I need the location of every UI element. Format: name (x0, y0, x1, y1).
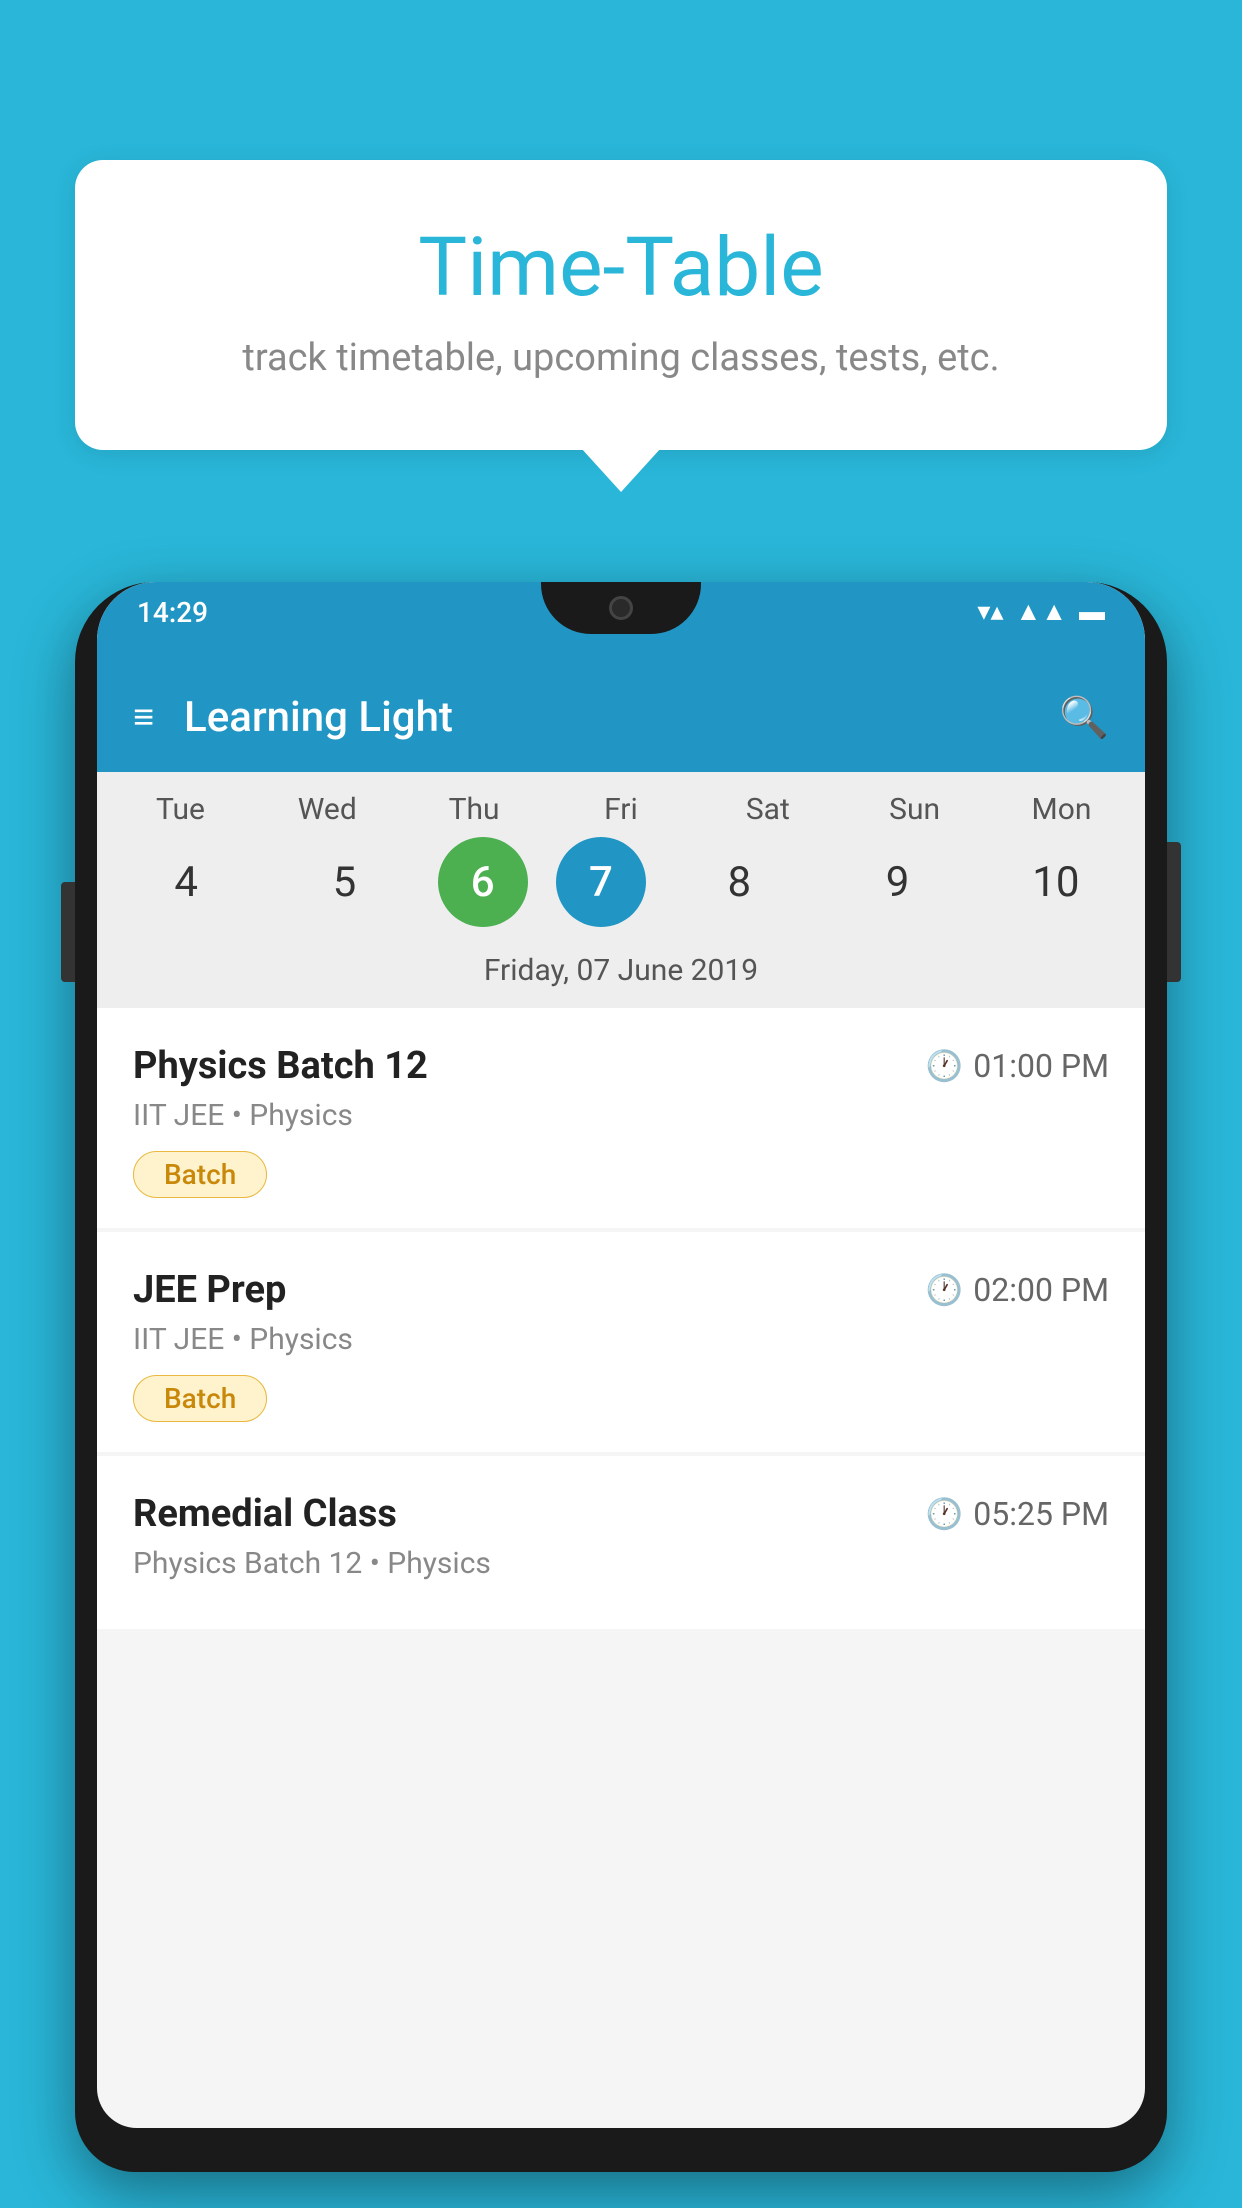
bubble-title: Time-Table (135, 220, 1107, 316)
item-time-3: 🕐 05:25 PM (926, 1495, 1109, 1533)
item-time-2: 🕐 02:00 PM (926, 1271, 1109, 1309)
day-7-selected[interactable]: 7 (556, 837, 646, 927)
item-name-2: JEE Prep (133, 1268, 286, 1312)
camera (609, 596, 633, 620)
day-8[interactable]: 8 (674, 837, 804, 927)
day-4[interactable]: 4 (121, 837, 251, 927)
time-value-3: 05:25 PM (973, 1495, 1109, 1533)
status-icons: ▾▴ ▲▲ ▬ (977, 596, 1105, 627)
clock-icon-2: 🕐 (926, 1273, 963, 1308)
phone-screen: 14:29 ▾▴ ▲▲ ▬ ≡ Learning Light 🔍 Tu (97, 582, 1145, 2128)
item-badge-2: Batch (133, 1375, 267, 1422)
day-9[interactable]: 9 (833, 837, 963, 927)
speech-bubble: Time-Table track timetable, upcoming cla… (75, 160, 1167, 450)
item-meta-1: IIT JEE • Physics (133, 1098, 1109, 1133)
signal-icon: ▲▲ (1016, 596, 1067, 627)
clock-icon-1: 🕐 (926, 1049, 963, 1084)
notch (541, 582, 701, 634)
item-time-1: 🕐 01:00 PM (926, 1047, 1109, 1085)
status-bar: 14:29 ▾▴ ▲▲ ▬ (97, 582, 1145, 662)
item-name-1: Physics Batch 12 (133, 1044, 428, 1088)
day-header-sat: Sat (703, 792, 833, 827)
day-10[interactable]: 10 (991, 837, 1121, 927)
phone-wrapper: 14:29 ▾▴ ▲▲ ▬ ≡ Learning Light 🔍 Tu (75, 560, 1167, 2208)
clock-icon-3: 🕐 (926, 1497, 963, 1532)
day-6-today[interactable]: 6 (438, 837, 528, 927)
time-value-1: 01:00 PM (973, 1047, 1109, 1085)
day-headers: Tue Wed Thu Fri Sat Sun Mon (97, 792, 1145, 827)
phone-outer: 14:29 ▾▴ ▲▲ ▬ ≡ Learning Light 🔍 Tu (75, 582, 1167, 2172)
bubble-subtitle: track timetable, upcoming classes, tests… (135, 336, 1107, 380)
day-header-mon: Mon (996, 792, 1126, 827)
day-header-wed: Wed (262, 792, 392, 827)
schedule-item-2[interactable]: JEE Prep 🕐 02:00 PM IIT JEE • Physics Ba… (97, 1232, 1145, 1452)
menu-icon[interactable]: ≡ (133, 696, 154, 738)
schedule-item-1[interactable]: Physics Batch 12 🕐 01:00 PM IIT JEE • Ph… (97, 1008, 1145, 1228)
schedule-item-3[interactable]: Remedial Class 🕐 05:25 PM Physics Batch … (97, 1456, 1145, 1629)
item-top-2: JEE Prep 🕐 02:00 PM (133, 1268, 1109, 1312)
selected-date: Friday, 07 June 2019 (97, 943, 1145, 1008)
battery-icon: ▬ (1079, 596, 1105, 627)
day-header-tue: Tue (115, 792, 245, 827)
item-top-1: Physics Batch 12 🕐 01:00 PM (133, 1044, 1109, 1088)
status-time: 14:29 (137, 596, 208, 629)
day-header-sun: Sun (850, 792, 980, 827)
day-5[interactable]: 5 (279, 837, 409, 927)
item-badge-1: Batch (133, 1151, 267, 1198)
day-numbers: 4 5 6 7 8 9 10 (97, 837, 1145, 927)
item-name-3: Remedial Class (133, 1492, 397, 1536)
schedule-list: Physics Batch 12 🕐 01:00 PM IIT JEE • Ph… (97, 1008, 1145, 1629)
day-header-fri: Fri (556, 792, 686, 827)
item-top-3: Remedial Class 🕐 05:25 PM (133, 1492, 1109, 1536)
day-header-thu: Thu (409, 792, 539, 827)
search-icon[interactable]: 🔍 (1059, 694, 1109, 741)
item-meta-3: Physics Batch 12 • Physics (133, 1546, 1109, 1581)
app-title: Learning Light (184, 693, 1029, 742)
time-value-2: 02:00 PM (973, 1271, 1109, 1309)
wifi-icon: ▾▴ (977, 597, 1003, 627)
app-bar: ≡ Learning Light 🔍 (97, 662, 1145, 772)
calendar-strip: Tue Wed Thu Fri Sat Sun Mon 4 5 6 7 8 9 … (97, 772, 1145, 1008)
item-meta-2: IIT JEE • Physics (133, 1322, 1109, 1357)
